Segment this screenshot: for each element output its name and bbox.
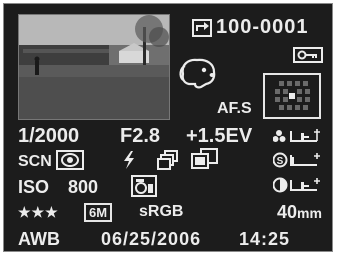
focal-length: 40mm (277, 203, 322, 221)
af-mode: AF.S (217, 100, 252, 117)
rotate-icon (192, 19, 212, 41)
resolution-badge: 6M (84, 203, 113, 222)
shutter-speed: 1/2000 (18, 125, 80, 147)
exposure-compensation: +1.5EV (186, 125, 253, 147)
svg-text:S: S (277, 156, 284, 167)
aperture: F2.8 (120, 125, 161, 147)
digital-filter-icon (131, 175, 157, 201)
multi-segment-metering-icon (56, 150, 84, 174)
focal-length-unit: mm (297, 205, 322, 221)
quality-stars: ★★★ (18, 204, 59, 220)
playback-info-screen: 100-0001 AF.S 1/2000 F2.8 +1.5EV SCN S I… (3, 3, 333, 252)
white-balance: AWB (18, 229, 60, 249)
time: 14:25 (239, 229, 291, 249)
scene-label: SCN (18, 153, 52, 170)
continuous-shooting-icon (157, 150, 179, 174)
focal-length-value: 40 (277, 202, 298, 222)
contrast-icon (272, 176, 323, 198)
protect-key-icon (293, 47, 323, 67)
date: 06/25/2006 (101, 229, 202, 249)
af-point-display (263, 73, 321, 119)
iso-value: 800 (68, 177, 99, 197)
saturation-icon: S (272, 151, 323, 173)
iso-label: ISO (18, 177, 50, 197)
resolution-value: 6M (89, 205, 108, 220)
sharpness-icon (272, 127, 323, 149)
pet-dog-icon (177, 56, 219, 94)
image-thumbnail (18, 14, 170, 120)
flash-icon (121, 150, 137, 174)
bracket-icon (191, 148, 219, 174)
file-number: 100-0001 (216, 16, 309, 38)
color-space: sRGB (139, 203, 184, 220)
